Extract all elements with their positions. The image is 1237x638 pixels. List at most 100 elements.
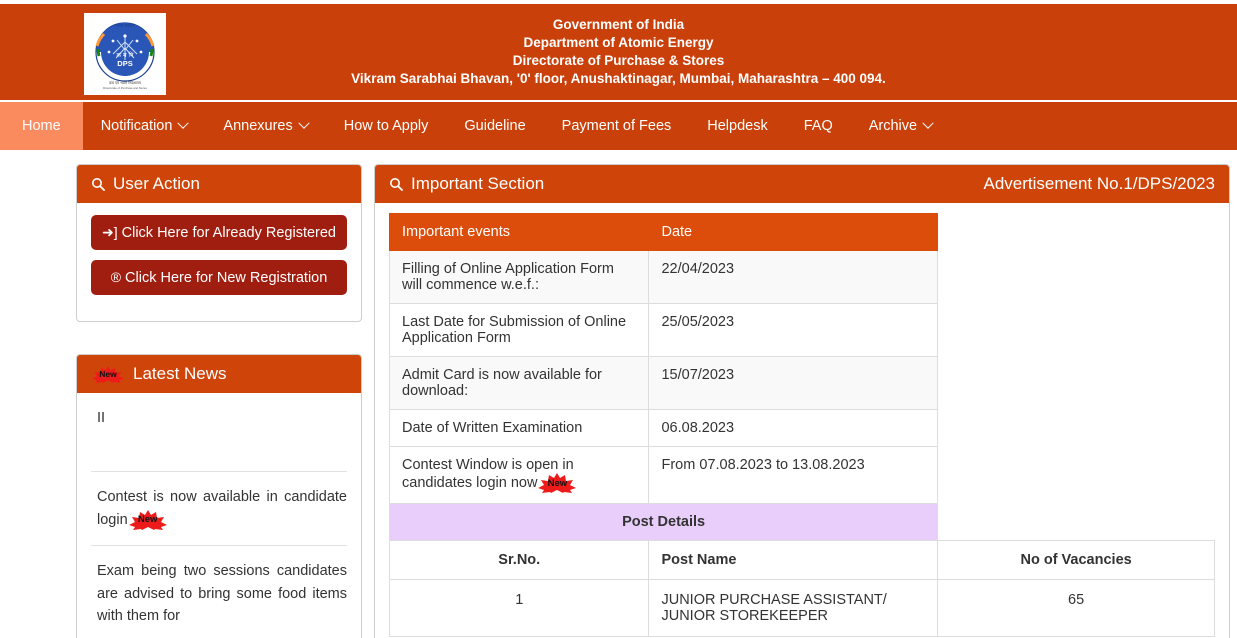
post-details-header-row: Sr.No. Post Name No of Vacancies bbox=[388, 540, 1215, 580]
list-item[interactable]: II bbox=[91, 393, 347, 473]
column-header-srno: Sr.No. bbox=[388, 540, 650, 580]
event-text: Admit Card is now available for download… bbox=[388, 356, 650, 410]
main-navigation: Home Notification Annexures How to Apply… bbox=[0, 100, 1237, 150]
svg-text:DPS: DPS bbox=[117, 59, 132, 68]
table-row: Date of Written Examination 06.08.2023 bbox=[388, 409, 1215, 447]
important-section-title: Important Section bbox=[411, 174, 545, 193]
new-badge-text: New bbox=[99, 369, 117, 379]
latest-news-panel: New Latest News II Contest is now availa… bbox=[76, 354, 362, 638]
nav-item-label: Home bbox=[22, 118, 61, 134]
post-vacancies: 65 bbox=[937, 579, 1215, 637]
header-line-4: Vikram Sarabhai Bhavan, '0' floor, Anush… bbox=[351, 70, 886, 86]
list-item[interactable]: Contest is now available in candidate lo… bbox=[91, 472, 347, 547]
chevron-down-icon bbox=[922, 117, 934, 129]
right-column: Important Section Advertisement No.1/DPS… bbox=[374, 164, 1230, 638]
nav-item-label: Payment of Fees bbox=[561, 118, 672, 134]
user-action-panel-body: ➜] Click Here for Already Registered ® Cli… bbox=[77, 203, 361, 321]
news-item-text: Exam being two sessions candidates are a… bbox=[97, 563, 347, 625]
header-line-2: Department of Atomic Energy bbox=[523, 35, 714, 51]
post-name: JUNIOR PURCHASE ASSISTANT/ JUNIOR STOREK… bbox=[648, 579, 939, 637]
nav-item-home[interactable]: Home bbox=[0, 102, 83, 150]
event-text: Filling of Online Application Form will … bbox=[388, 250, 650, 304]
svg-text:भारत सरकार: भारत सरकार bbox=[115, 23, 135, 28]
user-action-title: User Action bbox=[113, 174, 200, 193]
important-section-panel-header: Important Section Advertisement No.1/DPS… bbox=[375, 165, 1229, 203]
event-date: 06.08.2023 bbox=[648, 409, 939, 447]
search-icon bbox=[390, 178, 403, 191]
user-action-panel-header: User Action bbox=[77, 165, 361, 203]
new-badge-text: New bbox=[137, 513, 158, 525]
advertisement-number: Advertisement No.1/DPS/2023 bbox=[983, 174, 1215, 193]
nav-item-label: Helpdesk bbox=[707, 118, 768, 134]
event-date: From 07.08.2023 to 13.08.2023 bbox=[648, 446, 939, 504]
new-registration-label: Click Here for New Registration bbox=[125, 270, 328, 286]
new-starburst-icon: New bbox=[538, 473, 577, 493]
nav-item-faq[interactable]: FAQ bbox=[786, 102, 851, 150]
post-details-title: Post Details bbox=[388, 503, 939, 541]
nav-item-label: Guideline bbox=[464, 118, 526, 134]
nav-item-label: Archive bbox=[868, 118, 918, 134]
table-row: Last Date for Submission of Online Appli… bbox=[388, 303, 1215, 357]
nav-item-label: How to Apply bbox=[343, 118, 429, 134]
news-item-text: II bbox=[97, 410, 106, 426]
post-details-section-header: Post Details bbox=[388, 503, 1215, 541]
important-events-table-wrap: Important events Date Filling of Online … bbox=[375, 203, 1229, 638]
site-header: भारत सरकार क म नि DPS क्रय एवं भंडार निद… bbox=[0, 4, 1237, 100]
header-titles: Government of India Department of Atomic… bbox=[0, 16, 1237, 87]
new-badge-text: New bbox=[547, 477, 568, 489]
dps-logo: भारत सरकार क म नि DPS क्रय एवं भंडार निद… bbox=[84, 13, 166, 95]
table-row: Admit Card is now available for download… bbox=[388, 356, 1215, 410]
event-date: 15/07/2023 bbox=[648, 356, 939, 410]
table-row: Contest Window is open in candidates log… bbox=[388, 446, 1215, 504]
list-item[interactable]: Exam being two sessions candidates are a… bbox=[91, 546, 347, 638]
column-header-vacancies: No of Vacancies bbox=[937, 540, 1215, 580]
nav-item-payment-of-fees[interactable]: Payment of Fees bbox=[544, 102, 690, 150]
important-section-panel: Important Section Advertisement No.1/DPS… bbox=[374, 164, 1230, 638]
nav-item-guideline[interactable]: Guideline bbox=[446, 102, 543, 150]
nav-item-how-to-apply[interactable]: How to Apply bbox=[326, 102, 447, 150]
event-text: Last Date for Submission of Online Appli… bbox=[388, 303, 650, 357]
nav-item-archive[interactable]: Archive bbox=[851, 102, 950, 150]
latest-news-title: Latest News bbox=[133, 364, 227, 383]
search-icon bbox=[92, 178, 105, 191]
event-text: Date of Written Examination bbox=[388, 409, 650, 447]
already-registered-label: Click Here for Already Registered bbox=[121, 225, 336, 241]
new-starburst-icon: New bbox=[92, 365, 124, 383]
svg-text:Directorate of Purchase and St: Directorate of Purchase and Stores bbox=[103, 86, 147, 90]
dps-emblem-icon: भारत सरकार क म नि DPS क्रय एवं भंडार निद… bbox=[87, 16, 163, 92]
new-registration-button[interactable]: ® Click Here for New Registration bbox=[91, 260, 347, 295]
table-row: 1 JUNIOR PURCHASE ASSISTANT/ JUNIOR STOR… bbox=[388, 579, 1215, 637]
page-root: भारत सरकार क म नि DPS क्रय एवं भंडार निद… bbox=[0, 0, 1237, 638]
nav-item-label: Notification bbox=[100, 118, 173, 134]
post-sr-no: 1 bbox=[388, 579, 650, 637]
page-content: User Action ➜] Click Here for Already Reg… bbox=[0, 150, 1237, 638]
chevron-down-icon bbox=[298, 117, 310, 129]
header-line-1: Government of India bbox=[552, 17, 685, 33]
svg-text:क म नि: क म नि bbox=[117, 51, 135, 59]
table-header-row: Important events Date bbox=[388, 213, 1215, 251]
sign-in-icon: ➜] bbox=[102, 224, 118, 240]
nav-item-annexures[interactable]: Annexures bbox=[205, 102, 325, 150]
event-date: 22/04/2023 bbox=[648, 250, 939, 304]
important-events-table: Important events Date Filling of Online … bbox=[388, 213, 1215, 637]
left-column: User Action ➜] Click Here for Already Reg… bbox=[76, 164, 362, 638]
column-header-date: Date bbox=[648, 213, 939, 251]
latest-news-panel-header: New Latest News bbox=[77, 355, 361, 393]
column-header-post-name: Post Name bbox=[648, 540, 939, 580]
new-starburst-icon: New bbox=[128, 510, 167, 531]
chevron-down-icon bbox=[177, 117, 190, 129]
nav-item-helpdesk[interactable]: Helpdesk bbox=[689, 102, 785, 150]
column-header-events: Important events bbox=[388, 213, 650, 251]
svg-text:क्रय एवं भंडार निदेशालय: क्रय एवं भंडार निदेशालय bbox=[109, 80, 142, 85]
registered-icon: ® bbox=[110, 269, 122, 285]
event-text-contest: Contest Window is open in candidates log… bbox=[388, 446, 650, 504]
table-row: Filling of Online Application Form will … bbox=[388, 250, 1215, 304]
nav-item-notification[interactable]: Notification bbox=[83, 102, 206, 150]
event-date: 25/05/2023 bbox=[648, 303, 939, 357]
already-registered-button[interactable]: ➜] Click Here for Already Registered bbox=[91, 215, 347, 250]
user-action-panel: User Action ➜] Click Here for Already Reg… bbox=[76, 164, 362, 322]
nav-item-label: Annexures bbox=[223, 118, 293, 134]
nav-item-label: FAQ bbox=[803, 118, 833, 134]
header-line-3: Directorate of Purchase & Stores bbox=[512, 53, 725, 68]
latest-news-list: II Contest is now available in candidate… bbox=[77, 393, 361, 638]
